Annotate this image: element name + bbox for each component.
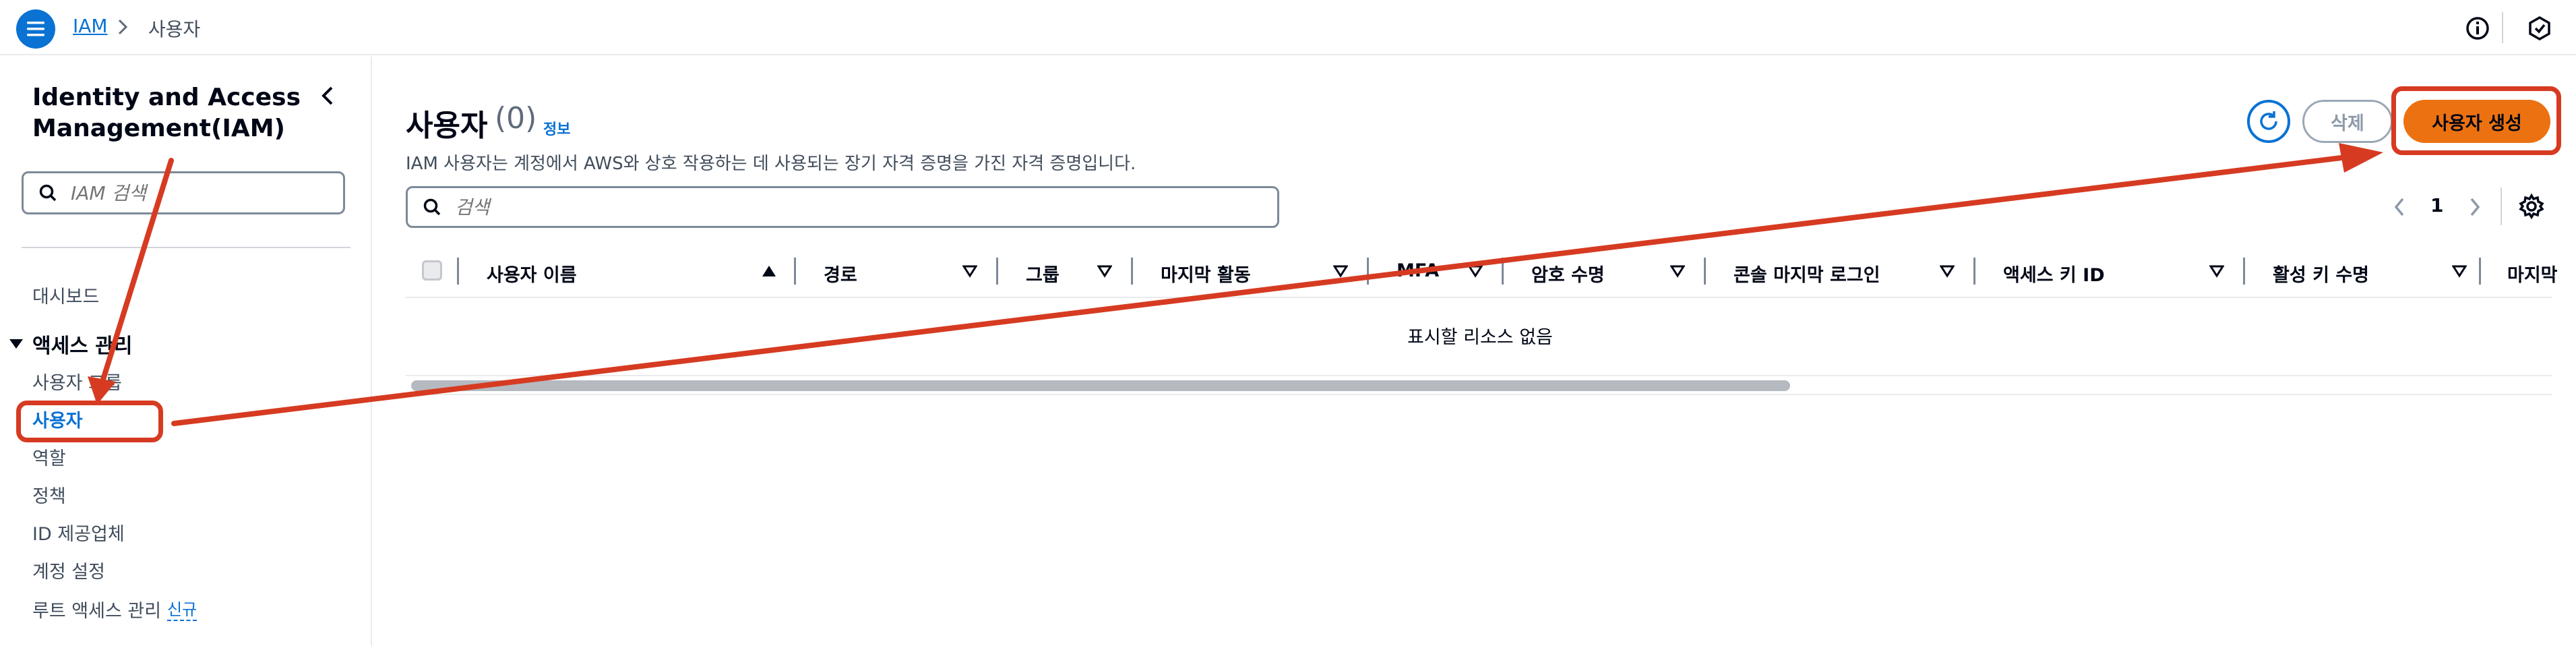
users-search[interactable] bbox=[406, 186, 1279, 228]
users-search-input[interactable] bbox=[454, 195, 710, 219]
sort-ascending-icon[interactable] bbox=[762, 264, 776, 278]
chevron-right-icon bbox=[118, 19, 128, 35]
empty-state-message: 표시할 리소스 없음 bbox=[1407, 327, 1553, 348]
column-header-path[interactable]: 경로 bbox=[824, 260, 857, 287]
pagination-next-icon[interactable] bbox=[2467, 196, 2483, 218]
side-navigation: Identity and Access Management(IAM) 대시보드… bbox=[0, 57, 372, 646]
column-divider bbox=[996, 258, 998, 285]
sidebar-item-dashboard[interactable]: 대시보드 bbox=[32, 282, 99, 308]
annotation-highlight-create bbox=[2391, 86, 2561, 155]
select-all-checkbox[interactable] bbox=[422, 260, 442, 281]
breadcrumb-current: 사용자 bbox=[148, 18, 201, 40]
sort-icon[interactable] bbox=[1468, 264, 1483, 278]
column-divider bbox=[2479, 258, 2481, 285]
sidebar-search-input[interactable] bbox=[69, 181, 326, 205]
sidebar-item-root-access-management[interactable]: 루트 액세스 관리 bbox=[32, 596, 161, 622]
hamburger-menu-button[interactable] bbox=[16, 9, 55, 49]
sidebar-divider bbox=[22, 247, 350, 248]
column-header-last-activity[interactable]: 마지막 활동 bbox=[1161, 260, 1251, 287]
column-divider bbox=[457, 258, 459, 285]
pagination-page-number[interactable]: 1 bbox=[2430, 194, 2443, 216]
notifications-icon[interactable] bbox=[2526, 15, 2553, 42]
info-icon[interactable] bbox=[2464, 15, 2491, 42]
page-description: IAM 사용자는 계정에서 AWS와 상호 작용하는 데 사용되는 장기 자격 … bbox=[406, 154, 1136, 174]
annotation-highlight-users bbox=[16, 401, 163, 442]
column-header-username[interactable]: 사용자 이름 bbox=[487, 260, 577, 287]
column-divider bbox=[1973, 258, 1975, 285]
users-table-header: 사용자 이름 경로 그룹 마지막 활동 MFA 암호 수명 콘솔 마지막 로그인… bbox=[406, 247, 2558, 298]
menu-icon bbox=[27, 22, 44, 36]
gear-icon[interactable] bbox=[2518, 193, 2545, 220]
sort-icon[interactable] bbox=[1670, 264, 1685, 278]
sidebar-search[interactable] bbox=[22, 171, 345, 214]
column-divider bbox=[1131, 258, 1133, 285]
refresh-button[interactable] bbox=[2247, 100, 2290, 143]
pagination-divider bbox=[2501, 187, 2502, 225]
table-horizontal-scrollbar[interactable] bbox=[406, 375, 2552, 395]
column-header-console-last-sign-in[interactable]: 콘솔 마지막 로그인 bbox=[1734, 260, 1880, 287]
page-title: 사용자 bbox=[406, 109, 488, 143]
column-divider bbox=[1502, 258, 1504, 285]
scrollbar-thumb[interactable] bbox=[411, 380, 1790, 391]
sort-icon[interactable] bbox=[2452, 264, 2467, 278]
delete-button[interactable]: 삭제 bbox=[2302, 100, 2393, 143]
column-header-mfa[interactable]: MFA bbox=[1397, 260, 1439, 281]
collapse-chevron-icon[interactable] bbox=[318, 84, 338, 108]
column-header-active-key-age[interactable]: 활성 키 수명 bbox=[2273, 260, 2369, 287]
refresh-icon bbox=[2260, 111, 2277, 130]
sidebar-item-account-settings[interactable]: 계정 설정 bbox=[32, 557, 105, 583]
breadcrumb-iam[interactable]: IAM bbox=[73, 15, 108, 37]
sidebar-section-label: 액세스 관리 bbox=[32, 334, 133, 358]
arrowhead-icon bbox=[2339, 143, 2383, 173]
search-icon bbox=[423, 198, 441, 216]
sidebar-item-roles[interactable]: 역할 bbox=[32, 444, 66, 470]
top-navigation-bar: IAM 사용자 bbox=[0, 0, 2576, 55]
column-header-password-age[interactable]: 암호 수명 bbox=[1531, 260, 1605, 287]
annotation-arrows bbox=[88, 143, 2383, 426]
info-link[interactable]: 정보 bbox=[543, 117, 570, 139]
sort-icon[interactable] bbox=[1097, 264, 1112, 278]
topbar-divider bbox=[2502, 12, 2503, 43]
column-divider bbox=[2243, 258, 2245, 285]
column-header-last-truncated[interactable]: 마지막 bbox=[2507, 260, 2558, 287]
new-badge: 신규 bbox=[167, 596, 197, 621]
sort-icon[interactable] bbox=[1333, 264, 1348, 278]
caret-down-icon bbox=[9, 339, 23, 349]
sort-icon[interactable] bbox=[2209, 264, 2224, 278]
sort-icon[interactable] bbox=[962, 264, 977, 278]
pagination-prev-icon[interactable] bbox=[2391, 196, 2408, 218]
column-header-access-key-id[interactable]: 액세스 키 ID bbox=[2003, 260, 2105, 287]
column-divider bbox=[1367, 258, 1369, 285]
column-header-groups[interactable]: 그룹 bbox=[1026, 260, 1060, 287]
column-divider bbox=[1704, 258, 1706, 285]
search-icon bbox=[39, 184, 57, 202]
user-count: (0) bbox=[495, 101, 537, 136]
column-divider bbox=[794, 258, 796, 285]
sidebar-item-user-groups[interactable]: 사용자 그룹 bbox=[32, 368, 122, 394]
sidebar-section-access-management[interactable]: 액세스 관리 bbox=[8, 329, 132, 359]
sidebar-item-identity-providers[interactable]: ID 제공업체 bbox=[32, 519, 125, 546]
sort-icon[interactable] bbox=[1940, 264, 1955, 278]
sidebar-item-policies[interactable]: 정책 bbox=[32, 481, 66, 508]
sidebar-title: Identity and Access Management(IAM) bbox=[32, 84, 301, 142]
